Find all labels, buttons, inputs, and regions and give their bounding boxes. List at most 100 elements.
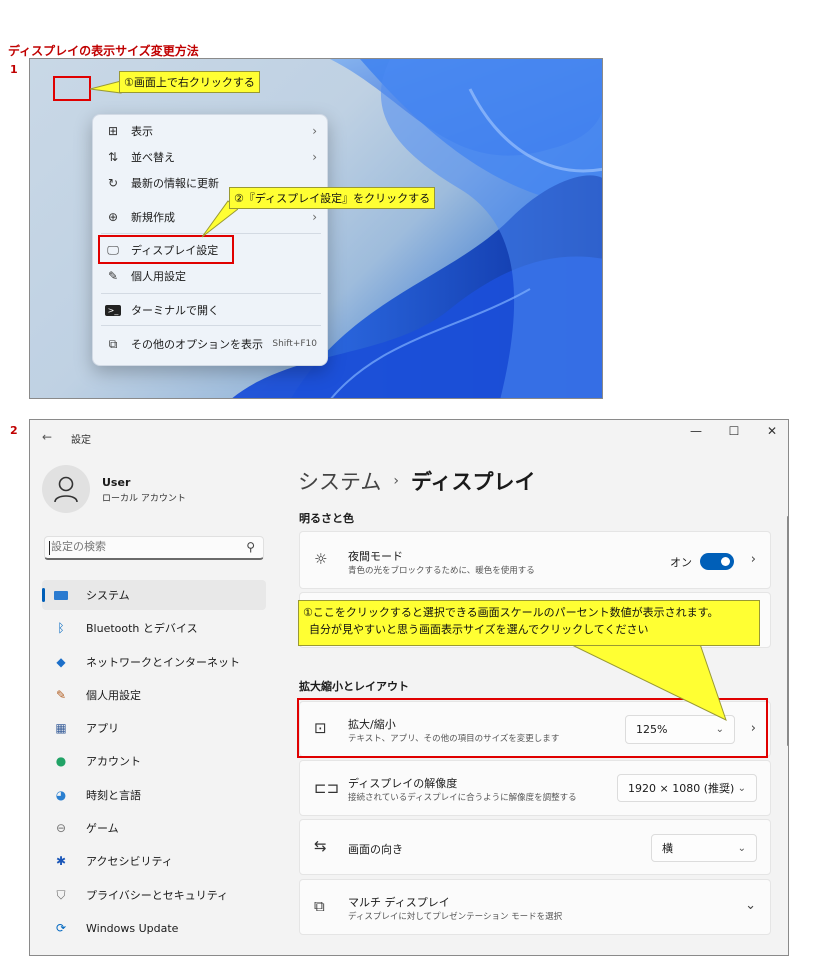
network-icon: ◆: [56, 655, 66, 669]
orientation-dropdown[interactable]: 横 ⌄: [651, 834, 757, 862]
callout-display-settings: ②『ディスプレイ設定』をクリックする: [229, 187, 436, 209]
breadcrumb-parent[interactable]: システム: [298, 466, 381, 496]
menu-item-label: 並べ替え: [131, 151, 175, 164]
sidebar-item-personalize[interactable]: ✎ 個人用設定: [42, 680, 266, 710]
apps-icon: ▦: [55, 721, 67, 735]
callout-line-1: ①ここをクリックすると選択できる画面スケールのパーセント数値が表示されます。: [303, 606, 719, 619]
resolution-dropdown[interactable]: 1920 × 1080 (推奨) ⌄: [617, 774, 757, 802]
document-title: ディスプレイの表示サイズ変更方法: [8, 44, 199, 58]
new-icon: ⊕: [107, 210, 119, 224]
sidebar-item-network[interactable]: ◆ ネットワークとインターネット: [42, 647, 266, 677]
scrollbar[interactable]: [787, 516, 788, 746]
sidebar-item-gaming[interactable]: ⊖ ゲーム: [42, 813, 266, 843]
maximize-button[interactable]: ☐: [724, 424, 744, 438]
sidebar-item-label: アクセシビリティ: [86, 855, 173, 868]
sidebar-item-accounts[interactable]: ● アカウント: [42, 746, 266, 776]
settings-window: ← 設定 — ☐ ✕ User ローカル アカウント ⚲ システム ᛒ Blue…: [29, 419, 789, 956]
sidebar-item-label: Windows Update: [86, 921, 179, 935]
sidebar-item-system[interactable]: システム: [42, 580, 266, 610]
desktop-screenshot[interactable]: ①画面上で右クリックする ⊞ 表示 › ⇅ 並べ替え › ↻ 最新の情報に更新 …: [29, 58, 603, 399]
gaming-icon: ⊖: [55, 821, 67, 835]
user-icon: [54, 476, 78, 503]
breadcrumb: システム › ディスプレイ: [298, 466, 536, 496]
search-input[interactable]: [51, 540, 231, 553]
back-arrow-icon[interactable]: ←: [42, 430, 52, 444]
step-number-2: 2: [10, 424, 18, 437]
window-title: 設定: [71, 435, 91, 446]
menu-item-view[interactable]: ⊞ 表示 ›: [93, 118, 329, 144]
sidebar-item-windows-update[interactable]: ⟳ Windows Update: [42, 913, 266, 943]
night-light-toggle[interactable]: [700, 553, 734, 570]
resolution-card[interactable]: ⊏⊐ ディスプレイの解像度 接続されているディスプレイに合うように解像度を調整す…: [299, 760, 771, 816]
sidebar-item-label: システム: [86, 589, 130, 602]
card-subtitle: ディスプレイに対してプレゼンテーション モードを選択: [348, 912, 563, 922]
night-light-card[interactable]: ☼ 夜間モード 青色の光をブロックするために、暖色を使用する オン ›: [299, 531, 771, 589]
orientation-icon: ⇆: [314, 837, 327, 855]
close-button[interactable]: ✕: [762, 424, 782, 438]
menu-item-label: ターミナルで開く: [131, 304, 219, 317]
active-indicator: [42, 588, 45, 602]
personalize-icon: ✎: [55, 688, 67, 702]
callout-scale-hint: ①ここをクリックすると選択できる画面スケールのパーセント数値が表示されます。 自…: [298, 600, 760, 646]
sidebar-item-privacy[interactable]: ⛉ プライバシーとセキュリティ: [42, 880, 266, 910]
card-title: マルチ ディスプレイ: [348, 896, 450, 909]
card-subtitle: 接続されているディスプレイに合うように解像度を調整する: [348, 793, 577, 803]
chevron-down-icon: ⌄: [737, 842, 746, 854]
minimize-button[interactable]: —: [686, 424, 706, 438]
shortcut-text: Shift+F10: [272, 339, 317, 349]
menu-item-label: 表示: [131, 125, 153, 138]
resolution-dropdown-value: 1920 × 1080 (推奨): [628, 782, 735, 795]
sidebar-item-label: 時刻と言語: [86, 789, 141, 802]
chevron-right-icon[interactable]: ›: [751, 552, 756, 567]
avatar[interactable]: [42, 465, 90, 513]
search-box[interactable]: ⚲: [44, 536, 264, 560]
sidebar-item-label: 個人用設定: [86, 689, 141, 702]
menu-item-label: 新規作成: [131, 211, 175, 224]
system-icon: [52, 586, 70, 604]
sidebar-item-time-language[interactable]: ◕ 時刻と言語: [42, 780, 266, 810]
menu-item-sort[interactable]: ⇅ 並べ替え ›: [93, 144, 329, 170]
menu-item-label: 最新の情報に更新: [131, 177, 219, 190]
display-settings-highlight: [98, 235, 234, 264]
callout-right-click: ①画面上で右クリックする: [119, 71, 260, 93]
chevron-right-icon: ›: [312, 210, 317, 224]
section-heading-brightness: 明るさと色: [299, 512, 354, 525]
sidebar-item-label: アプリ: [86, 722, 119, 735]
menu-item-terminal[interactable]: >_ ターミナルで開く: [93, 297, 329, 323]
sidebar-item-label: ゲーム: [86, 822, 119, 835]
terminal-icon: >_: [105, 304, 121, 316]
callout-pointer-3: [569, 644, 727, 721]
menu-item-label: 個人用設定: [131, 270, 186, 283]
chevron-down-icon[interactable]: ⌄: [745, 898, 756, 913]
menu-item-more-options[interactable]: ⧉ その他のオプションを表示 Shift+F10: [93, 331, 329, 357]
chevron-right-icon: ›: [312, 124, 317, 138]
account-icon: ●: [55, 754, 67, 768]
accessibility-icon: ✱: [55, 854, 67, 868]
card-title: 夜間モード: [348, 550, 403, 563]
sidebar-item-bluetooth[interactable]: ᛒ Bluetooth とデバイス: [42, 613, 266, 643]
time-language-icon: ◕: [55, 788, 67, 802]
menu-separator: [101, 293, 321, 294]
multi-display-card[interactable]: ⧉ マルチ ディスプレイ ディスプレイに対してプレゼンテーション モードを選択 …: [299, 879, 771, 935]
search-icon[interactable]: ⚲: [246, 540, 255, 554]
section-heading-scale-layout: 拡大縮小とレイアウト: [299, 680, 409, 693]
refresh-icon: ↻: [107, 176, 119, 190]
sidebar-item-label: Bluetooth とデバイス: [86, 622, 198, 635]
page-title: ディスプレイ: [410, 470, 536, 494]
sort-icon: ⇅: [107, 150, 119, 164]
menu-item-personalize[interactable]: ✎ 個人用設定: [93, 263, 329, 289]
brightness-icon: ☼: [314, 550, 328, 568]
more-options-icon: ⧉: [108, 336, 118, 351]
card-title: ディスプレイの解像度: [348, 777, 458, 790]
grid-icon: ⊞: [107, 124, 119, 138]
toggle-state-label: オン: [670, 556, 692, 569]
orientation-dropdown-value: 横: [662, 842, 673, 855]
breadcrumb-separator: ›: [393, 473, 399, 489]
sidebar-item-apps[interactable]: ▦ アプリ: [42, 713, 266, 743]
menu-separator: [101, 325, 321, 326]
text-caret: [49, 541, 50, 555]
sidebar-item-accessibility[interactable]: ✱ アクセシビリティ: [42, 846, 266, 876]
orientation-card[interactable]: ⇆ 画面の向き 横 ⌄: [299, 819, 771, 875]
brush-icon: ✎: [107, 269, 119, 283]
right-click-target-highlight: [53, 76, 91, 101]
